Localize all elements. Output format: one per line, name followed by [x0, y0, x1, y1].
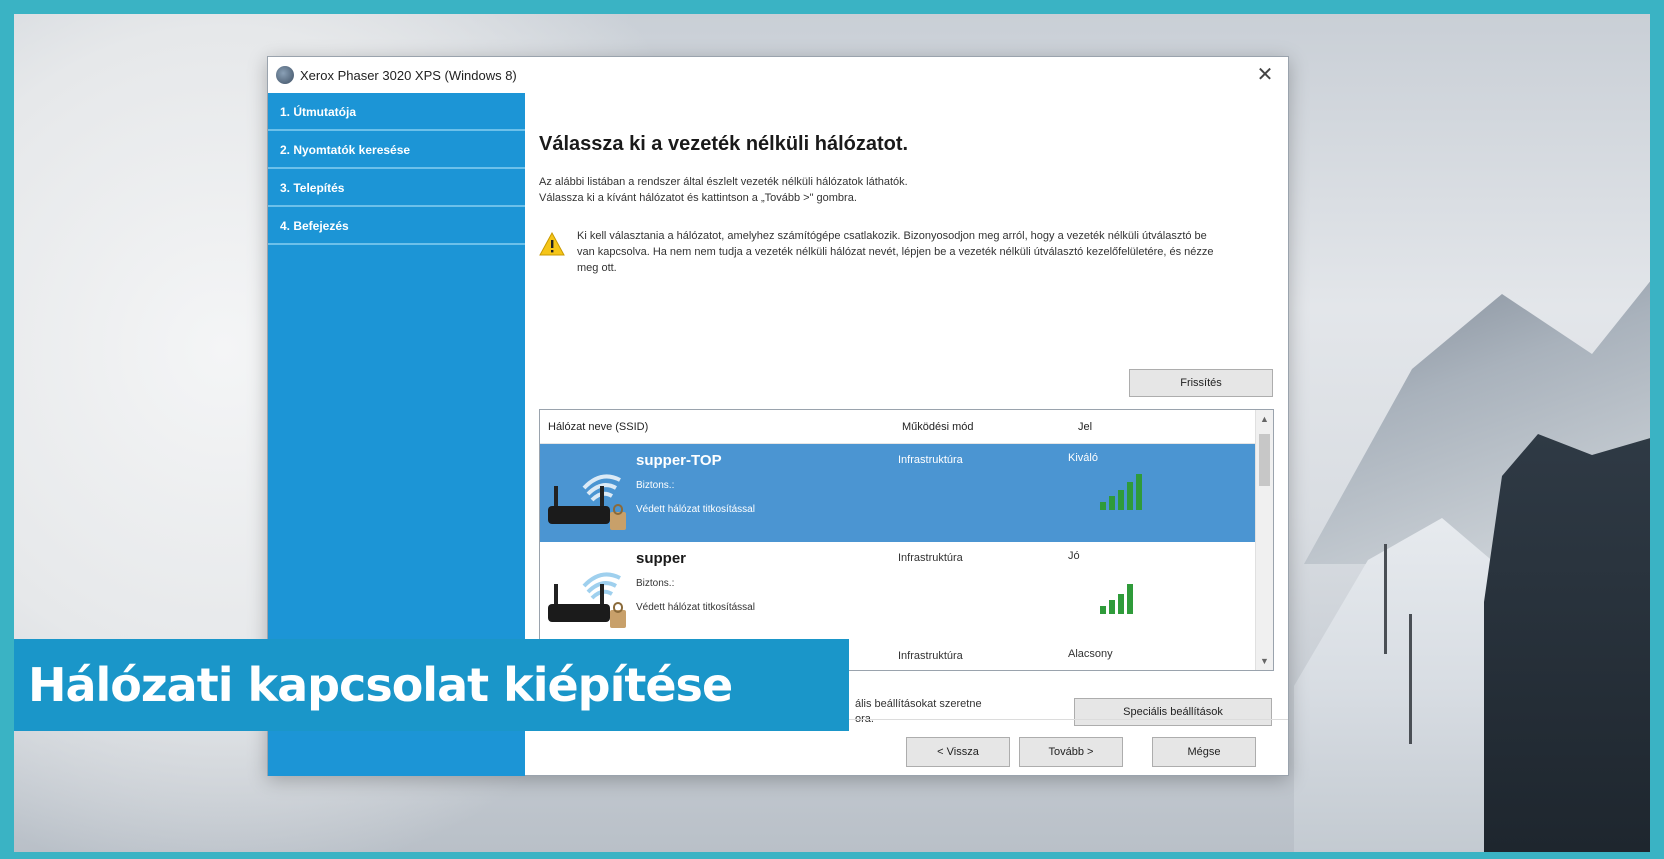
caption-banner: Hálózati kapcsolat kiépítése [14, 639, 849, 731]
network-security: Védett hálózat titkosítással [636, 504, 755, 515]
description: Az alábbi listában a rendszer által észl… [539, 174, 1276, 206]
signal-bar [1118, 594, 1124, 614]
network-signal-text: Kiváló [1068, 452, 1098, 464]
signal-bar [1118, 490, 1124, 510]
warning-triangle-icon [539, 232, 565, 256]
ski-lift-pylon [1409, 614, 1412, 744]
network-signal-text: Alacsony [1068, 648, 1113, 660]
wireless-router-icon [548, 572, 626, 628]
signal-bar [1100, 606, 1106, 614]
close-button[interactable]: ✕ [1252, 63, 1278, 87]
wireless-router-icon [548, 474, 626, 530]
network-signal-text: Jó [1068, 550, 1080, 562]
signal-bar [1127, 482, 1133, 510]
cancel-button[interactable]: Mégse [1152, 737, 1256, 767]
signal-bar [1127, 584, 1133, 614]
next-button[interactable]: Tovább > [1019, 737, 1123, 767]
sidebar-step-search: 2. Nyomtatók keresése [268, 131, 525, 169]
signal-bars-icon [1100, 578, 1136, 614]
network-ssid: supper-TOP [636, 452, 722, 469]
warning-text: Ki kell választania a hálózatot, amelyhe… [577, 230, 1214, 274]
sidebar-step-install: 3. Telepítés [268, 169, 525, 207]
network-row-supper-top[interactable]: supper-TOP Biztons.: Védett hálózat titk… [540, 444, 1273, 542]
advanced-text-line: ális beállításokat szeretne [855, 698, 982, 710]
back-button[interactable]: < Vissza [906, 737, 1010, 767]
scroll-thumb[interactable] [1259, 434, 1270, 486]
page-title: Válassza ki a vezeték nélküli hálózatot. [539, 133, 909, 155]
scroll-up-icon[interactable]: ▲ [1260, 414, 1269, 424]
description-line: Az alábbi listában a rendszer által észl… [539, 176, 908, 188]
column-header-signal[interactable]: Jel [1078, 421, 1238, 433]
network-security-label: Biztons.: [636, 480, 675, 491]
network-mode: Infrastruktúra [898, 650, 963, 662]
signal-bar [1109, 496, 1115, 510]
ski-lift-pylon [1384, 544, 1387, 654]
scroll-down-icon[interactable]: ▼ [1260, 656, 1269, 666]
column-header-ssid[interactable]: Hálózat neve (SSID) [540, 421, 902, 433]
signal-bars-icon [1100, 474, 1145, 510]
network-ssid: supper [636, 550, 687, 567]
network-row-supper[interactable]: supper Biztons.: Védett hálózat titkosít… [540, 542, 1273, 640]
title-bar: Xerox Phaser 3020 XPS (Windows 8) ✕ [268, 57, 1288, 93]
column-header-mode[interactable]: Működési mód [902, 421, 1078, 433]
signal-bar [1136, 474, 1142, 510]
forest [1484, 434, 1650, 852]
printer-app-icon [276, 66, 294, 84]
advanced-settings-text: ális beállításokat szeretne ora. [855, 697, 982, 727]
network-mode: Infrastruktúra [898, 552, 963, 564]
network-security-label: Biztons.: [636, 578, 675, 589]
warning-box: Ki kell választania a hálózatot, amelyhe… [539, 228, 1276, 276]
special-settings-button[interactable]: Speciális beállítások [1074, 698, 1272, 726]
signal-bar [1109, 600, 1115, 614]
refresh-button[interactable]: Frissítés [1129, 369, 1273, 397]
list-header: Hálózat neve (SSID) Működési mód Jel [540, 410, 1273, 444]
network-security: Védett hálózat titkosítással [636, 602, 755, 613]
signal-bar [1100, 502, 1106, 510]
sidebar-step-guide: 1. Útmutatója [268, 93, 525, 131]
description-line: Válassza ki a kívánt hálózatot és kattin… [539, 192, 857, 204]
sidebar-step-finish: 4. Befejezés [268, 207, 525, 245]
window-title: Xerox Phaser 3020 XPS (Windows 8) [300, 67, 517, 83]
list-scrollbar[interactable]: ▲ ▼ [1255, 410, 1273, 670]
network-mode: Infrastruktúra [898, 454, 963, 466]
network-list[interactable]: Hálózat neve (SSID) Működési mód Jel sup… [539, 409, 1274, 671]
